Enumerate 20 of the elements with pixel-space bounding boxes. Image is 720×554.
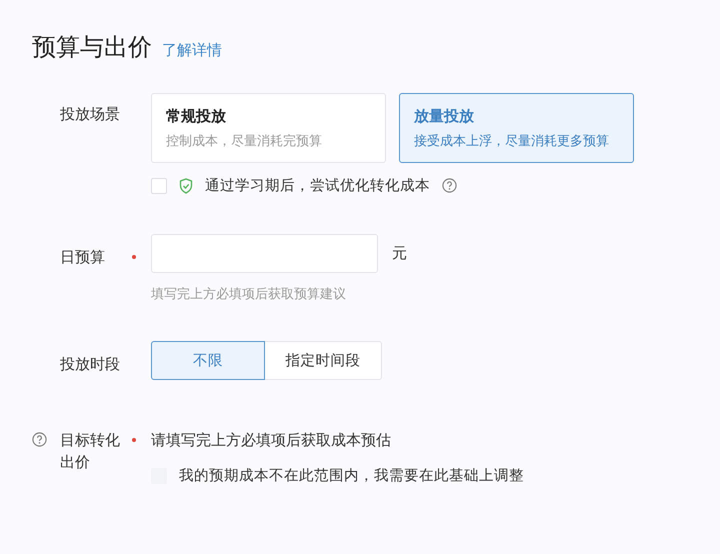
segment-button[interactable]: 指定时间段 [265, 341, 382, 380]
section-title: 预算与出价 [32, 32, 152, 63]
option-label: 通过学习期后，尝试优化转化成本 [205, 177, 430, 195]
help-icon[interactable] [442, 178, 457, 193]
field-label: 日预算 [60, 247, 106, 268]
segment-button[interactable]: 不限 [151, 341, 265, 380]
unit-label: 元 [392, 244, 407, 263]
option-card[interactable]: 常规投放 控制成本，尽量消耗完预算 [151, 93, 386, 163]
option-label: 我的预期成本不在此范围内，我需要在此基础上调整 [179, 467, 524, 485]
help-icon[interactable] [32, 432, 47, 447]
field-label: 目标转化出价 [60, 430, 121, 473]
field-label: 投放时段 [60, 354, 121, 375]
shield-check-icon [179, 178, 193, 194]
estimate-message: 请填写完上方必填项后获取成本预估 [151, 430, 392, 451]
checkbox[interactable] [151, 178, 167, 194]
budget-input[interactable] [151, 234, 378, 273]
option-card[interactable]: 放量投放 接受成本上浮，尽量消耗更多预算 [399, 93, 634, 163]
details-link[interactable]: 了解详情 [162, 41, 222, 60]
field-label: 投放场景 [60, 104, 121, 125]
hint-text: 填写完上方必填项后获取预算建议 [151, 286, 347, 303]
